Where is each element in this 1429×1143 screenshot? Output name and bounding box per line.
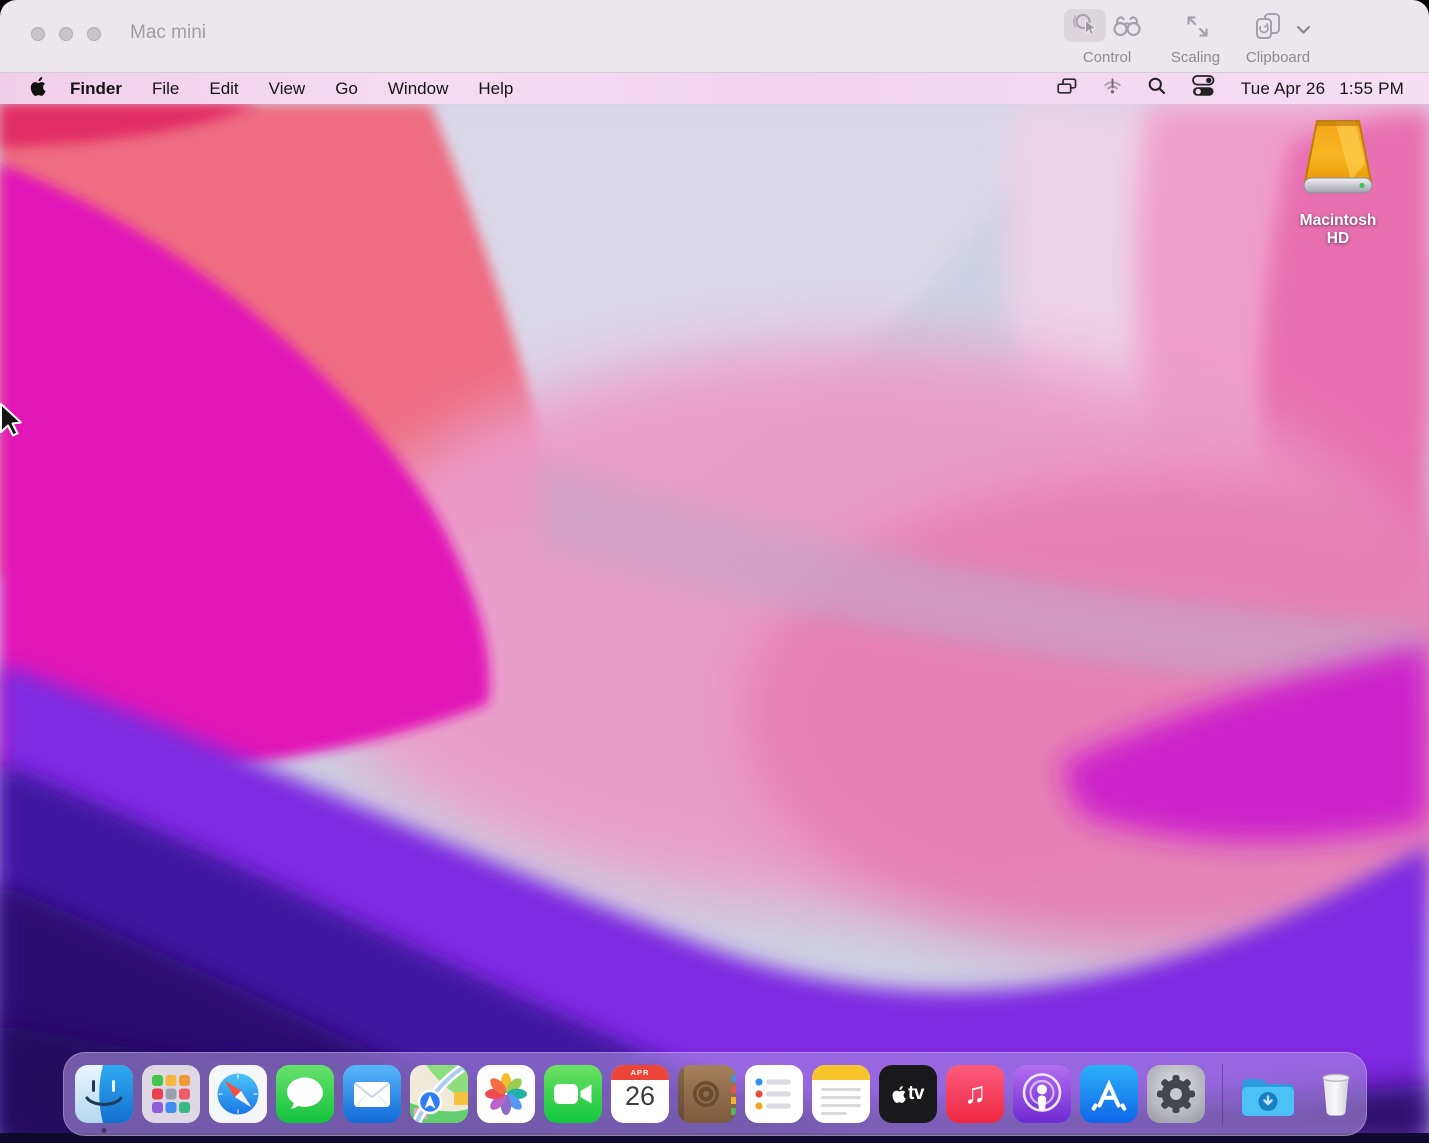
tv-label: tv (908, 1083, 924, 1105)
finder-running-indicator (102, 1128, 107, 1133)
desktop-wallpaper (0, 104, 1429, 1143)
dock-safari-icon[interactable] (209, 1065, 267, 1123)
zoom-button[interactable] (87, 27, 101, 41)
binoculars-icon (1111, 26, 1143, 43)
menu-view[interactable]: View (269, 79, 306, 99)
calendar-month-label: APR (611, 1068, 669, 1077)
wifi-alert-icon[interactable] (1103, 78, 1122, 100)
apple-menu[interactable] (30, 77, 46, 101)
menu-window[interactable]: Window (388, 79, 448, 99)
control-center-icon[interactable] (1192, 75, 1215, 102)
music-note-icon: ♫ (964, 1079, 987, 1109)
calendar-day-label: 26 (611, 1081, 669, 1112)
mouse-cursor (0, 401, 30, 446)
control-label: Control (1060, 49, 1154, 66)
dock-contacts-icon[interactable] (678, 1065, 736, 1123)
dock-notes-icon[interactable] (812, 1065, 870, 1123)
control-mode-button[interactable] (1064, 9, 1106, 42)
dock-maps-icon[interactable] (410, 1065, 468, 1123)
scaling-label: Scaling (1153, 49, 1238, 66)
volume-label: Macintosh HD (1294, 212, 1382, 248)
apple-logo-small-icon (892, 1086, 906, 1103)
chevron-down-icon[interactable] (1296, 22, 1311, 40)
observe-mode-button[interactable] (1111, 12, 1143, 44)
dock-appstore-icon[interactable] (1080, 1065, 1138, 1123)
apple-logo-icon (30, 77, 46, 101)
dock-mail-icon[interactable] (343, 1065, 401, 1123)
hard-drive-icon (1299, 193, 1377, 210)
dock-divider (1222, 1064, 1223, 1124)
dock-calendar-icon[interactable]: APR 26 (611, 1065, 669, 1123)
window-title: Mac mini (130, 22, 206, 44)
menu-edit[interactable]: Edit (209, 79, 238, 99)
displays-icon[interactable] (1057, 78, 1077, 100)
macintosh-hd-desktop-icon[interactable]: Macintosh HD (1294, 118, 1382, 248)
scaling-button[interactable] (1184, 13, 1211, 45)
calendar-date: APR 26 (611, 1065, 669, 1123)
menu-file[interactable]: File (152, 79, 179, 99)
scaling-arrows-icon (1184, 27, 1211, 44)
remote-desktop-screen: Mac mini Control (0, 0, 1429, 1143)
dock: APR 26 (63, 1052, 1367, 1136)
menu-bar-time[interactable]: 1:55 PM (1339, 79, 1404, 99)
dock-reminders-icon[interactable] (745, 1065, 803, 1123)
dock-launchpad-icon[interactable] (142, 1065, 200, 1123)
close-button[interactable] (31, 27, 45, 41)
dock-appletv-icon[interactable]: tv (879, 1065, 937, 1123)
clipboard-sync-icon (1252, 29, 1284, 46)
menu-finder[interactable]: Finder (70, 79, 122, 99)
dock-finder-icon[interactable] (75, 1065, 133, 1123)
clipboard-button[interactable] (1252, 12, 1284, 47)
cursor-click-icon (1072, 10, 1098, 41)
dock-messages-icon[interactable] (276, 1065, 334, 1123)
menu-go[interactable]: Go (335, 79, 358, 99)
dock-trash-icon[interactable] (1307, 1065, 1365, 1123)
dock-facetime-icon[interactable] (544, 1065, 602, 1123)
dock-music-icon[interactable]: ♫ (946, 1065, 1004, 1123)
dock-systempreferences-icon[interactable] (1147, 1065, 1205, 1123)
minimize-button[interactable] (59, 27, 73, 41)
clipboard-label: Clipboard (1234, 49, 1322, 66)
dock-podcasts-icon[interactable] (1013, 1065, 1071, 1123)
menu-bar-date[interactable]: Tue Apr 26 (1241, 79, 1326, 99)
dock-photos-icon[interactable] (477, 1065, 535, 1123)
window-titlebar: Mac mini Control (0, 0, 1429, 73)
dock-downloads-folder-icon[interactable] (1240, 1065, 1298, 1123)
menu-bar: Finder File Edit View Go Window Help (0, 73, 1429, 104)
spotlight-icon[interactable] (1148, 77, 1166, 100)
menu-help[interactable]: Help (478, 79, 513, 99)
